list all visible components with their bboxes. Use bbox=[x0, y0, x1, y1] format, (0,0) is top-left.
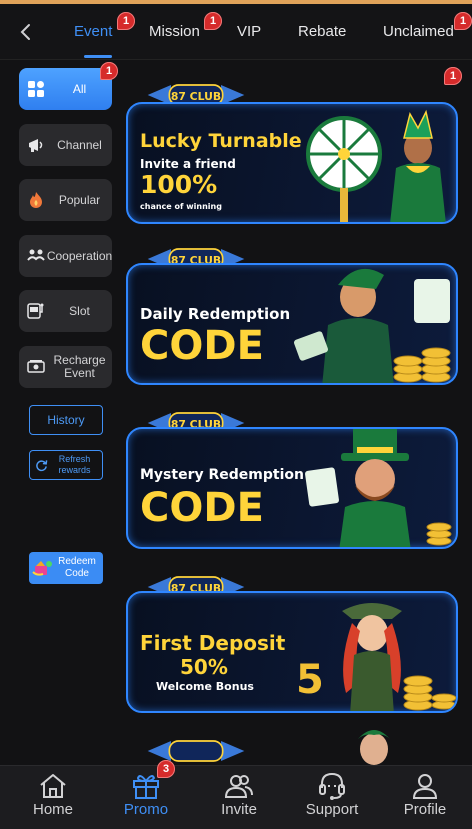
person-icon bbox=[412, 774, 438, 799]
banner-code-text: CODE bbox=[140, 485, 264, 531]
history-button[interactable]: History bbox=[29, 405, 103, 435]
cowgirl-character-illustration: 5 bbox=[296, 603, 456, 711]
slot-machine-icon bbox=[27, 303, 44, 319]
redeem-gift-icon bbox=[32, 561, 52, 576]
banner-percent: 50% bbox=[180, 655, 228, 679]
sidebar-item-cooperation[interactable]: Cooperation bbox=[19, 235, 112, 277]
partial-character-illustration bbox=[358, 730, 390, 765]
sidebar-item-popular[interactable]: Popular bbox=[19, 179, 112, 221]
banner-subtitle: Invite a friend bbox=[140, 157, 236, 171]
redeem-code-label: Redeem Code bbox=[58, 556, 96, 579]
sidebar-item-all[interactable]: All bbox=[19, 68, 112, 110]
refresh-rewards-label: Refresh rewards bbox=[58, 454, 91, 475]
tab-mission[interactable]: Mission bbox=[149, 23, 200, 40]
banner-frame: Lucky Turnable Invite a friend 100% chan… bbox=[126, 102, 458, 224]
banner-note: chance of winning bbox=[140, 202, 222, 211]
nav-support[interactable]: Support bbox=[292, 766, 372, 829]
leprechaun-character-illustration bbox=[305, 429, 452, 547]
tab-event-badge: 1 bbox=[117, 12, 135, 30]
sidebar-item-label: Channel bbox=[57, 137, 102, 152]
banner-lucky-turnable[interactable]: 87 CLUB Lucky Turnable Invite a friend 1… bbox=[118, 69, 472, 224]
tab-event[interactable]: Event bbox=[74, 23, 112, 40]
banner-mystery-redemption[interactable]: 87 CLUB Mystery Redemption CODE bbox=[118, 397, 472, 552]
refresh-icon bbox=[36, 460, 48, 472]
active-tab-indicator bbox=[84, 55, 112, 58]
sidebar-item-label: Popular bbox=[58, 192, 101, 207]
nav-label: Support bbox=[305, 801, 359, 818]
sidebar-item-slot[interactable]: Slot bbox=[19, 290, 112, 332]
grid-icon bbox=[28, 81, 44, 97]
banner-frame: First Deposit 50% Welcome Bonus 5 bbox=[126, 591, 458, 713]
banner-title: Mystery Redemption bbox=[140, 467, 304, 483]
nav-home[interactable]: Home bbox=[13, 766, 93, 829]
refresh-rewards-button[interactable]: Refresh rewards bbox=[29, 450, 103, 480]
banner-code-text: CODE bbox=[140, 323, 264, 369]
nav-label: Invite bbox=[221, 801, 257, 818]
redeem-code-button[interactable]: Redeem Code bbox=[29, 552, 103, 584]
banner-percent: 100% bbox=[140, 170, 218, 199]
header-tabs: Event 1 Mission 1 VIP Rebate Unclaimed 1 bbox=[0, 4, 472, 60]
banner-title: First Deposit bbox=[140, 631, 286, 655]
banner-subtitle: Welcome Bonus bbox=[156, 680, 254, 693]
nav-label: Home bbox=[32, 801, 73, 818]
promo-screen: Event 1 Mission 1 VIP Rebate Unclaimed 1… bbox=[0, 0, 472, 829]
banner-partial[interactable] bbox=[118, 725, 472, 765]
nav-profile[interactable]: Profile bbox=[385, 766, 465, 829]
bottom-navigation: Home Promo 3 Invite Support Profile bbox=[0, 760, 472, 829]
wheel-character-illustration bbox=[306, 109, 446, 222]
nav-promo-badge: 3 bbox=[157, 760, 175, 778]
sidebar-item-recharge-event[interactable]: Recharge Event bbox=[19, 346, 112, 388]
tab-unclaimed-badge: 1 bbox=[454, 12, 472, 30]
banner-first-deposit[interactable]: 87 CLUB First Deposit 50% Welcome Bonus … bbox=[118, 561, 472, 716]
tab-rebate[interactable]: Rebate bbox=[298, 23, 346, 40]
sidebar-item-label: Cooperation bbox=[46, 248, 113, 263]
banner-frame: Mystery Redemption CODE bbox=[126, 427, 458, 549]
megaphone-icon bbox=[29, 139, 43, 152]
sidebar-item-channel[interactable]: Channel bbox=[19, 124, 112, 166]
event-banner-list: 1 87 CLUB Lucky Turnable Invite a friend… bbox=[118, 61, 472, 765]
tab-mission-badge: 1 bbox=[204, 12, 222, 30]
sidebar-item-label: Slot bbox=[69, 303, 90, 318]
nav-promo[interactable]: Promo 3 bbox=[106, 760, 186, 829]
banner-frame: Daily Redemption CODE bbox=[126, 263, 458, 385]
category-sidebar: All 1 Channel Popular Cooperation Slot R… bbox=[0, 61, 118, 765]
people-icon bbox=[224, 775, 253, 798]
handshake-icon bbox=[27, 249, 45, 261]
jester-character-illustration bbox=[293, 268, 451, 383]
flame-icon bbox=[30, 192, 42, 208]
sidebar-item-label: Recharge Event bbox=[53, 353, 106, 380]
banner-title: Lucky Turnable bbox=[140, 130, 302, 152]
cash-icon bbox=[27, 360, 45, 373]
sidebar-all-badge: 1 bbox=[100, 62, 118, 80]
tab-unclaimed[interactable]: Unclaimed bbox=[383, 23, 454, 40]
back-arrow-icon[interactable] bbox=[16, 22, 36, 42]
home-icon bbox=[40, 774, 66, 798]
tab-vip[interactable]: VIP bbox=[237, 23, 261, 40]
headset-icon bbox=[319, 772, 345, 800]
banner-title: Daily Redemption bbox=[140, 305, 291, 323]
nav-label: Promo bbox=[123, 801, 169, 818]
banner-daily-redemption[interactable]: 87 CLUB Daily Redemption CODE bbox=[118, 233, 472, 388]
nav-invite[interactable]: Invite bbox=[199, 766, 279, 829]
big-5-glyph: 5 bbox=[296, 657, 324, 703]
nav-label: Profile bbox=[403, 801, 447, 818]
